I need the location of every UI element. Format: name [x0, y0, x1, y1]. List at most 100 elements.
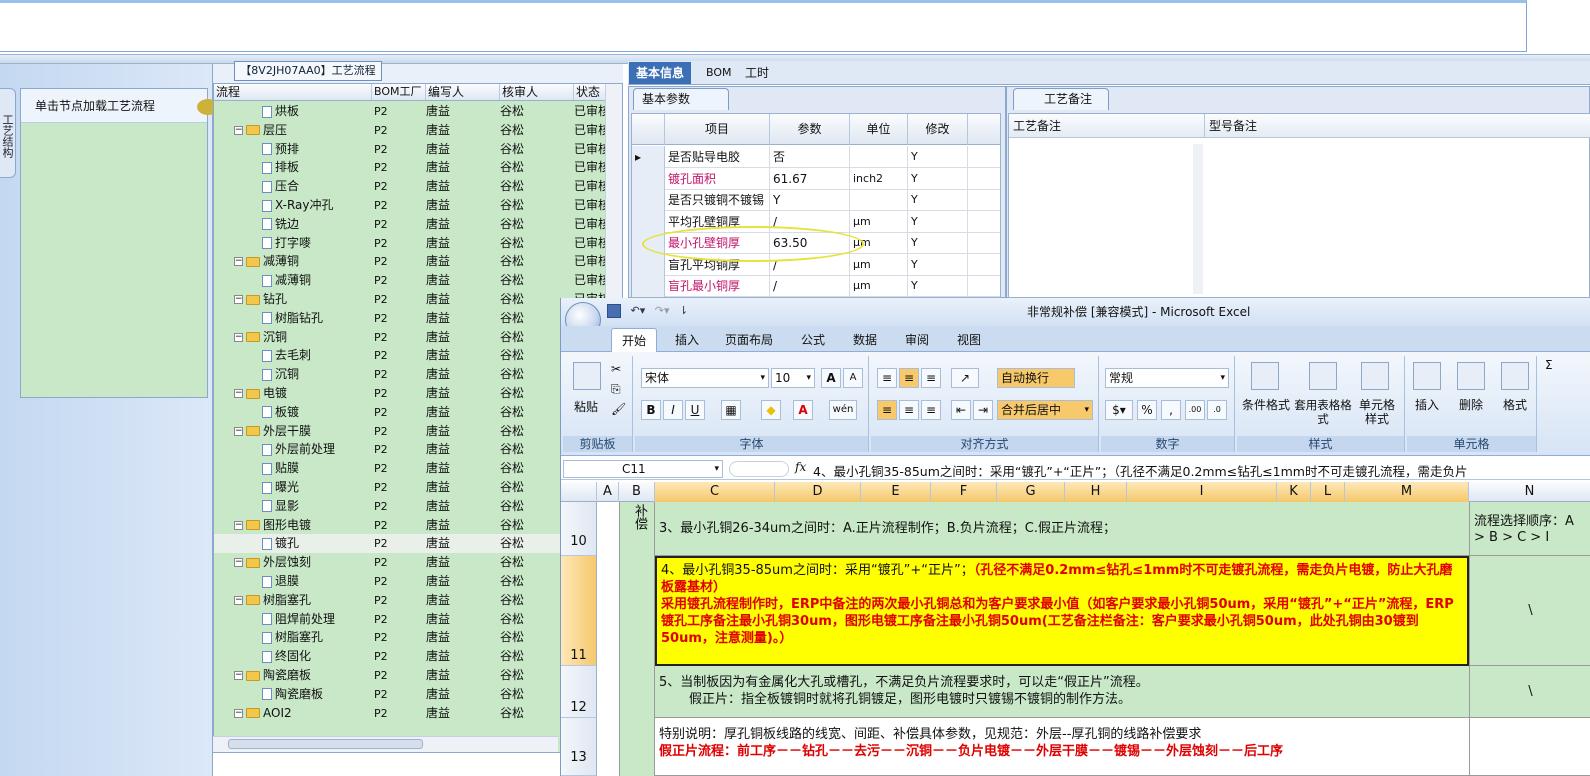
cell-n11[interactable]: \ [1469, 556, 1590, 666]
ribbon-tab-data[interactable]: 数据 [849, 328, 881, 352]
col-k[interactable]: K [1277, 482, 1311, 502]
col-i[interactable]: I [1127, 482, 1277, 502]
notes-table[interactable]: 工艺备注 型号备注 [1008, 113, 1590, 298]
increase-decimal-icon[interactable]: .00 [1185, 400, 1205, 420]
format-button[interactable]: 格式 [1499, 398, 1531, 412]
format-cells-icon[interactable] [1501, 362, 1529, 390]
tree-row[interactable]: 铣边 P2 唐益 谷松 已审核 [214, 215, 622, 234]
param-row[interactable]: 盲孔最小铜厚 / μm Y [632, 275, 1000, 297]
percent-icon[interactable]: % [1137, 400, 1157, 420]
col-c[interactable]: C [655, 482, 775, 502]
tree-row[interactable]: X-Ray冲孔 P2 唐益 谷松 已审核 [214, 196, 622, 215]
param-value[interactable]: Y [770, 189, 850, 211]
collapse-icon[interactable]: − [234, 520, 243, 530]
notes-scrollbar[interactable] [1193, 144, 1203, 294]
col-d[interactable]: D [775, 482, 861, 502]
ribbon-tab-page-layout[interactable]: 页面布局 [721, 328, 777, 352]
tab-work-hours[interactable]: 工时 [738, 62, 776, 84]
collapse-icon[interactable]: − [234, 295, 243, 304]
align-center-icon[interactable]: ≡ [899, 400, 919, 420]
border-icon[interactable]: ▦ [721, 400, 741, 420]
param-header-item[interactable]: 项目 [665, 114, 770, 145]
font-color-icon[interactable]: A [793, 400, 813, 420]
tree-row[interactable]: − 减薄铜 P2 唐益 谷松 已审核 [214, 252, 622, 271]
decrease-decimal-icon[interactable]: .0 [1207, 400, 1227, 420]
customize-qat-icon[interactable]: ⇂ [679, 304, 688, 317]
ribbon-tab-formulas[interactable]: 公式 [797, 328, 829, 352]
param-row[interactable]: ▸ 是否贴导电胶否 Y [632, 146, 1000, 168]
col-header-bom[interactable]: BOM工厂 [372, 84, 426, 100]
ribbon-tab-insert[interactable]: 插入 [671, 328, 703, 352]
fill-color-icon[interactable]: ◆ [761, 400, 781, 420]
ribbon-tab-view[interactable]: 视图 [953, 328, 985, 352]
undo-icon[interactable]: ↶▾ [631, 304, 646, 317]
column-a-cells[interactable] [597, 502, 619, 776]
align-left-icon[interactable]: ≡ [877, 400, 897, 420]
orientation-icon[interactable]: ↗ [951, 368, 979, 388]
shrink-font-icon[interactable]: A [843, 368, 863, 388]
align-top-icon[interactable]: ≡ [877, 368, 897, 388]
param-header-value[interactable]: 参数 [770, 114, 850, 145]
col-h[interactable]: H [1065, 482, 1127, 502]
col-m[interactable]: M [1345, 482, 1469, 502]
align-bottom-icon[interactable]: ≡ [921, 368, 941, 388]
font-size-box[interactable]: 10 ▾ [771, 368, 815, 388]
col-header-writer[interactable]: 编写人 [426, 84, 500, 100]
function-icon[interactable]: fx [795, 460, 806, 474]
align-middle-icon[interactable]: ≡ [899, 368, 919, 388]
cell-n12[interactable]: \ [1469, 666, 1590, 718]
phonetic-icon[interactable]: wén [829, 400, 857, 420]
cell-c10[interactable]: 3、最小孔铜26-34um之间时：A.正片流程制作；B.负片流程；C.假正片流程… [655, 502, 1469, 556]
table-format-button[interactable]: 套用表格格式 [1293, 398, 1353, 426]
wrap-text-button[interactable]: 自动换行 [997, 368, 1075, 388]
tree-row[interactable]: − 层压 P2 唐益 谷松 已审核 [214, 121, 622, 140]
formula-expand[interactable] [729, 461, 789, 477]
col-header-process[interactable]: 流程 [214, 84, 372, 100]
collapse-icon[interactable]: − [234, 708, 243, 718]
ribbon-tab-review[interactable]: 审阅 [901, 328, 933, 352]
cell-c13[interactable]: 特别说明：厚孔铜板线路的线宽、间距、补偿具体参数，见规范：外层--厚孔铜的线路补… [655, 718, 1469, 776]
col-b[interactable]: B [619, 482, 655, 502]
collapse-icon[interactable]: − [234, 595, 243, 605]
italic-icon[interactable]: I [663, 400, 683, 420]
param-header-unit[interactable]: 单位 [850, 114, 908, 145]
collapse-icon[interactable]: − [234, 257, 243, 267]
col-header-reviewer[interactable]: 核审人 [500, 84, 574, 100]
cell-n13[interactable] [1469, 718, 1590, 776]
params-table[interactable]: 项目 参数 单位 修改 ▸ 是否贴导电胶否 Y 镀孔面积 61.67 inch2 Y 是否只镀… [631, 113, 1001, 298]
tree-row[interactable]: 排板 P2 唐益 谷松 已审核 [214, 158, 622, 177]
param-value[interactable]: / [770, 275, 850, 297]
col-g[interactable]: G [997, 482, 1065, 502]
tab-basic-info[interactable]: 基本信息 [629, 62, 692, 84]
collapse-icon[interactable]: − [234, 558, 243, 568]
bold-icon[interactable]: B [641, 400, 661, 420]
tab-bom[interactable]: BOM [699, 62, 739, 84]
insert-cells-icon[interactable] [1413, 362, 1441, 390]
conditional-format-button[interactable]: 条件格式 [1239, 398, 1293, 412]
paste-button[interactable]: 粘贴 [571, 400, 601, 414]
accounting-icon[interactable]: $▾ [1105, 400, 1133, 420]
tree-row[interactable]: 压合 P2 唐益 谷松 已审核 [214, 177, 622, 196]
row-13-header[interactable]: 13 [561, 718, 597, 776]
name-box[interactable]: C11 ▾ [563, 460, 723, 478]
redo-icon[interactable]: ↷▾ [655, 304, 670, 317]
increase-indent-icon[interactable]: ⇥ [973, 400, 993, 420]
grow-font-icon[interactable]: A [821, 368, 841, 388]
paste-icon[interactable] [573, 362, 601, 390]
collapse-icon[interactable]: − [234, 671, 243, 680]
col-a[interactable]: A [597, 482, 619, 502]
collapse-icon[interactable]: − [234, 426, 243, 436]
format-painter-icon[interactable]: 🖌 [611, 402, 626, 416]
tree-row[interactable]: 预排 P2 唐益 谷松 已审核 [214, 140, 622, 159]
scroll-thumb[interactable] [228, 739, 423, 749]
tab-process-notes[interactable]: 工艺备注 [1013, 88, 1109, 110]
col-f[interactable]: F [931, 482, 997, 502]
font-name-box[interactable]: 宋体 ▾ [641, 368, 769, 388]
tab-basic-params[interactable]: 基本参数 [633, 88, 729, 110]
column-b-cells[interactable]: 补偿 [619, 502, 655, 776]
tree-row[interactable]: 打字嘜 P2 唐益 谷松 已审核 [214, 234, 622, 253]
underline-icon[interactable]: U [685, 400, 705, 420]
cell-n10[interactable]: 流程选择顺序：A > B > C > I [1469, 502, 1590, 556]
quick-access-toolbar[interactable]: ↶▾ ↷▾ ⇂ [607, 304, 688, 320]
param-value[interactable]: 61.67 [770, 167, 850, 190]
